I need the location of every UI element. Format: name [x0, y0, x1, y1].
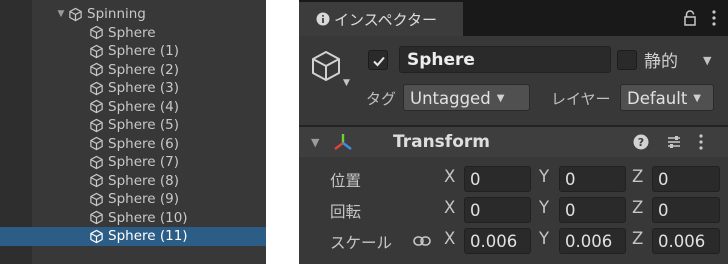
rotation-label: 回転 [330, 203, 362, 221]
layer-label: レイヤー [551, 90, 611, 108]
rotation-z-axis-label[interactable]: Z [632, 198, 643, 217]
scale-z-field[interactable]: 0.006 [652, 228, 720, 254]
transform-icon [334, 134, 352, 150]
gameobject-cube-icon [90, 44, 103, 58]
rotation-z-field[interactable]: 0 [652, 197, 720, 223]
hierarchy-item[interactable]: Sphere (6) [0, 135, 266, 154]
tag-dropdown[interactable]: Untagged ▼ [403, 84, 530, 111]
layer-dropdown[interactable]: Default ▼ [620, 84, 714, 111]
tag-value: Untagged [410, 89, 491, 108]
help-icon[interactable]: ? [633, 134, 649, 150]
hierarchy-item[interactable]: Sphere [0, 24, 266, 43]
object-name-field[interactable]: Sphere [399, 46, 611, 73]
position-z-axis-label[interactable]: Z [632, 167, 643, 186]
hierarchy-item[interactable]: Sphere (8) [0, 172, 266, 191]
scale-z-axis-label[interactable]: Z [632, 229, 643, 248]
foldout-arrow-icon[interactable]: ▼ [311, 136, 319, 149]
scale-y-axis-label[interactable]: Y [539, 229, 549, 248]
static-checkbox[interactable] [617, 50, 637, 70]
hierarchy-item[interactable]: Sphere (3) [0, 79, 266, 98]
rotation-y-field[interactable]: 0 [559, 197, 626, 223]
scale-label: スケール [330, 234, 393, 252]
svg-text:?: ? [638, 136, 644, 149]
hierarchy-item[interactable]: Sphere (1) [0, 42, 266, 61]
tag-label: タグ [366, 90, 397, 108]
gameobject-cube-icon [90, 174, 103, 188]
inspector-panel: インスペクター ▼ Sphere 静的 ▼ タグ Untagged ▼ レイヤー… [299, 0, 728, 264]
presets-icon[interactable] [666, 134, 682, 150]
position-z-field[interactable]: 0 [652, 166, 720, 192]
hierarchy-item-parent[interactable]: ▼ Spinning [0, 5, 266, 24]
lock-icon[interactable] [683, 10, 697, 26]
hierarchy-item-label: Sphere [108, 24, 156, 41]
icon-dropdown-arrow-icon[interactable]: ▼ [343, 78, 350, 88]
inspector-tab-bar: インスペクター [299, 0, 728, 36]
hierarchy-item-label: Sphere (10) [108, 209, 188, 226]
position-x-field[interactable]: 0 [464, 166, 531, 192]
hierarchy-item-label: Spinning [87, 6, 146, 23]
hierarchy-item-label: Sphere (8) [108, 172, 179, 189]
gameobject-cube-icon [69, 7, 82, 21]
position-label: 位置 [330, 172, 362, 190]
hierarchy-item-label: Sphere (7) [108, 154, 179, 171]
tab-label: インスペクター [334, 10, 438, 29]
tab-inspector[interactable]: インスペクター [299, 2, 463, 36]
hierarchy-item[interactable]: Sphere (7) [0, 153, 266, 172]
hierarchy-item[interactable]: Sphere (10) [0, 209, 266, 228]
gameobject-cube-icon [90, 137, 103, 151]
transform-component-header[interactable]: ▼ Transform ? [299, 127, 728, 157]
gameobject-cube-icon [90, 63, 103, 77]
component-title: Transform [393, 132, 490, 152]
checkmark-icon [373, 56, 385, 67]
link-icon[interactable] [413, 235, 431, 247]
hierarchy-panel: ▼ Spinning Sphere Sphere (1) Sphere (2) … [0, 0, 266, 264]
scale-x-axis-label[interactable]: X [444, 229, 455, 248]
hierarchy-item-label: Sphere (11) [108, 228, 188, 245]
hierarchy-item-label: Sphere (9) [108, 191, 179, 208]
hierarchy-item[interactable]: Sphere (5) [0, 116, 266, 135]
gameobject-cube-icon[interactable] [309, 49, 343, 83]
info-icon [316, 12, 330, 26]
gameobject-cube-icon [90, 100, 103, 114]
scale-y-field[interactable]: 0.006 [559, 228, 626, 254]
gameobject-cube-icon [90, 81, 103, 95]
hierarchy-item[interactable]: Sphere (4) [0, 98, 266, 117]
gameobject-cube-icon [90, 155, 103, 169]
gameobject-cube-icon [90, 26, 103, 40]
rotation-y-axis-label[interactable]: Y [539, 198, 549, 217]
hierarchy-item-label: Sphere (2) [108, 61, 179, 78]
hierarchy-item[interactable]: Sphere (2) [0, 61, 266, 80]
hierarchy-item-label: Sphere (1) [108, 43, 179, 60]
layer-value: Default [627, 89, 688, 108]
static-label: 静的 [644, 52, 678, 72]
hierarchy-item-label: Sphere (3) [108, 80, 179, 97]
hierarchy-item-label: Sphere (6) [108, 135, 179, 152]
kebab-menu-icon[interactable] [698, 133, 704, 151]
kebab-menu-icon[interactable] [711, 9, 717, 27]
active-checkbox[interactable] [368, 50, 388, 70]
gameobject-cube-icon [90, 211, 103, 225]
hierarchy-item[interactable]: Sphere (9) [0, 190, 266, 209]
hierarchy-item-label: Sphere (4) [108, 98, 179, 115]
gameobject-cube-icon [90, 118, 103, 132]
position-y-field[interactable]: 0 [559, 166, 626, 192]
hierarchy-item-selected[interactable]: Sphere (11) [0, 227, 266, 246]
rotation-x-axis-label[interactable]: X [444, 198, 455, 217]
chevron-down-icon: ▼ [496, 93, 505, 104]
rotation-x-field[interactable]: 0 [464, 197, 531, 223]
position-x-axis-label[interactable]: X [444, 167, 455, 186]
hierarchy-item-label: Sphere (5) [108, 117, 179, 134]
expand-arrow-icon[interactable]: ▼ [56, 9, 66, 19]
gameobject-cube-icon [90, 229, 103, 243]
chevron-down-icon: ▼ [693, 93, 701, 104]
static-dropdown-arrow-icon[interactable]: ▼ [703, 54, 711, 67]
scale-x-field[interactable]: 0.006 [464, 228, 531, 254]
position-y-axis-label[interactable]: Y [539, 167, 549, 186]
gameobject-cube-icon [90, 192, 103, 206]
